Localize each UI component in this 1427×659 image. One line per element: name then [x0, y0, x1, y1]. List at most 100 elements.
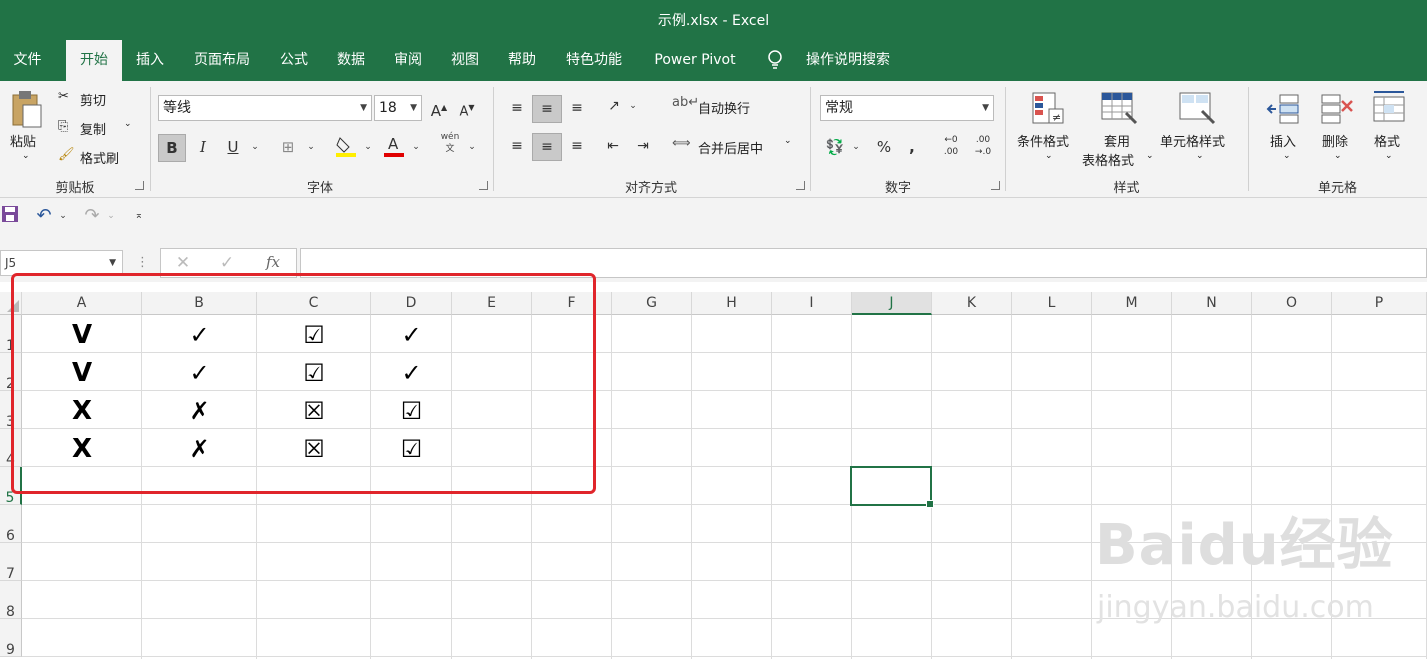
font-size-combo[interactable]: 18 ▼	[374, 95, 422, 121]
insert-cells-icon[interactable]	[1266, 91, 1302, 127]
font-name-combo[interactable]: 等线 ▼	[158, 95, 372, 121]
format-as-table-label-2[interactable]: 表格格式	[1082, 150, 1134, 169]
column-header-o[interactable]: O	[1252, 292, 1332, 315]
tab-special-features[interactable]: 特色功能	[556, 40, 632, 81]
clipboard-launcher-icon[interactable]	[135, 181, 144, 190]
cell-styles-dropdown-icon[interactable]: ⌄	[1196, 151, 1204, 161]
align-middle-icon[interactable]: ≡	[532, 95, 562, 123]
row-header-9[interactable]: 9	[0, 619, 22, 657]
paste-icon[interactable]	[6, 89, 46, 129]
copy-button[interactable]: 复制	[80, 119, 106, 138]
resize-handle-icon[interactable]: ⋮	[136, 255, 149, 270]
paste-dropdown-icon[interactable]: ⌄	[22, 151, 30, 161]
orientation-dropdown-icon[interactable]: ⌄	[626, 93, 640, 119]
undo-dropdown-icon[interactable]: ⌄	[56, 203, 70, 229]
shrink-font-icon[interactable]: A▼	[456, 95, 478, 125]
comma-button[interactable]: ,	[902, 134, 922, 160]
orientation-icon[interactable]: ↗	[600, 93, 628, 119]
merge-center-icon[interactable]: ⟺	[672, 136, 691, 151]
customize-qat-icon[interactable]: ⌅	[132, 203, 146, 229]
decrease-decimal-icon[interactable]: .00 →.0	[968, 134, 998, 158]
redo-icon[interactable]: ↷	[80, 203, 104, 229]
font-color-icon[interactable]: A	[380, 134, 408, 166]
bold-button[interactable]: B	[158, 134, 186, 162]
tab-home[interactable]: 开始	[66, 40, 122, 81]
column-header-l[interactable]: L	[1012, 292, 1092, 315]
font-launcher-icon[interactable]	[479, 181, 488, 190]
cell-styles-button[interactable]: 单元格样式	[1160, 131, 1225, 150]
percent-button[interactable]: %	[872, 134, 896, 160]
wrap-text-button[interactable]: 自动换行	[698, 98, 750, 117]
delete-cells-icon[interactable]	[1318, 91, 1356, 127]
insert-dropdown-icon[interactable]: ⌄	[1283, 151, 1291, 161]
tab-page-layout[interactable]: 页面布局	[184, 40, 260, 81]
column-header-i[interactable]: I	[772, 292, 852, 315]
copy-icon[interactable]: ⎘	[58, 119, 68, 134]
conditional-format-icon[interactable]: ≠	[1030, 91, 1066, 127]
format-as-table-icon[interactable]	[1100, 91, 1138, 127]
tab-insert[interactable]: 插入	[124, 40, 176, 81]
format-cells-button[interactable]: 格式	[1374, 131, 1400, 150]
format-dropdown-icon[interactable]: ⌄	[1385, 151, 1393, 161]
underline-dropdown-icon[interactable]: ⌄	[248, 134, 262, 160]
column-header-k[interactable]: K	[932, 292, 1012, 315]
row-header-8[interactable]: 8	[0, 581, 22, 619]
borders-dropdown-icon[interactable]: ⌄	[304, 134, 318, 160]
format-painter-button[interactable]: 格式刷	[80, 148, 119, 167]
undo-icon[interactable]: ↶	[32, 203, 56, 229]
selected-cell-j5[interactable]	[850, 466, 934, 508]
paste-button[interactable]: 粘贴	[10, 131, 36, 150]
align-left-icon[interactable]: ≡	[504, 133, 530, 159]
accounting-format-icon[interactable]: 💱	[822, 134, 848, 160]
font-color-dropdown-icon[interactable]: ⌄	[410, 134, 422, 160]
tab-review[interactable]: 审阅	[382, 40, 434, 81]
copy-dropdown-icon[interactable]: ⌄	[124, 119, 132, 129]
conditional-format-button[interactable]: 条件格式	[1017, 131, 1069, 150]
fill-color-icon[interactable]	[332, 134, 360, 166]
conditional-dropdown-icon[interactable]: ⌄	[1045, 151, 1053, 161]
borders-icon[interactable]: ⊞	[276, 134, 300, 160]
delete-dropdown-icon[interactable]: ⌄	[1334, 151, 1342, 161]
align-top-icon[interactable]: ≡	[504, 95, 530, 121]
grow-font-icon[interactable]: A▲	[428, 95, 450, 124]
align-right-icon[interactable]: ≡	[564, 133, 590, 159]
column-header-n[interactable]: N	[1172, 292, 1252, 315]
cut-button[interactable]: 剪切	[80, 90, 106, 109]
number-launcher-icon[interactable]	[991, 181, 1000, 190]
row-header-7[interactable]: 7	[0, 543, 22, 581]
redo-dropdown-icon[interactable]: ⌄	[104, 203, 118, 229]
fill-color-dropdown-icon[interactable]: ⌄	[362, 134, 374, 160]
italic-button[interactable]: I	[192, 134, 214, 160]
column-header-m[interactable]: M	[1092, 292, 1172, 315]
tab-data[interactable]: 数据	[325, 40, 377, 81]
insert-cells-button[interactable]: 插入	[1270, 131, 1296, 150]
tab-power-pivot[interactable]: Power Pivot	[642, 40, 748, 81]
tab-help[interactable]: 帮助	[496, 40, 548, 81]
tab-formulas[interactable]: 公式	[268, 40, 320, 81]
cell-styles-icon[interactable]	[1178, 91, 1216, 127]
cut-icon[interactable]: ✂	[58, 89, 69, 104]
tab-view[interactable]: 视图	[439, 40, 491, 81]
tab-file[interactable]: 文件	[0, 40, 55, 81]
format-painter-icon[interactable]: 🖌	[58, 147, 75, 162]
increase-decimal-icon[interactable]: ←0.00	[936, 134, 966, 158]
merge-dropdown-icon[interactable]: ⌄	[784, 136, 792, 146]
column-header-h[interactable]: H	[692, 292, 772, 315]
number-format-combo[interactable]: 常规 ▼	[820, 95, 994, 121]
column-header-j[interactable]: J	[852, 292, 932, 315]
format-as-table-label-1[interactable]: 套用	[1104, 131, 1130, 150]
row-header-6[interactable]: 6	[0, 505, 22, 543]
column-header-g[interactable]: G	[612, 292, 692, 315]
increase-indent-icon[interactable]: ⇥	[630, 133, 656, 159]
insert-function-button[interactable]: fx	[261, 249, 285, 275]
delete-cells-button[interactable]: 删除	[1322, 131, 1348, 150]
save-icon[interactable]	[0, 205, 20, 231]
tell-me-search[interactable]: 操作说明搜索	[798, 40, 898, 81]
underline-button[interactable]: U	[222, 134, 244, 160]
format-cells-icon[interactable]	[1370, 89, 1408, 127]
alignment-launcher-icon[interactable]	[796, 181, 805, 190]
align-bottom-icon[interactable]: ≡	[564, 95, 590, 121]
accounting-dropdown-icon[interactable]: ⌄	[850, 134, 862, 160]
align-center-icon[interactable]: ≡	[532, 133, 562, 161]
phonetic-guide-icon[interactable]: wén 文	[436, 131, 464, 155]
